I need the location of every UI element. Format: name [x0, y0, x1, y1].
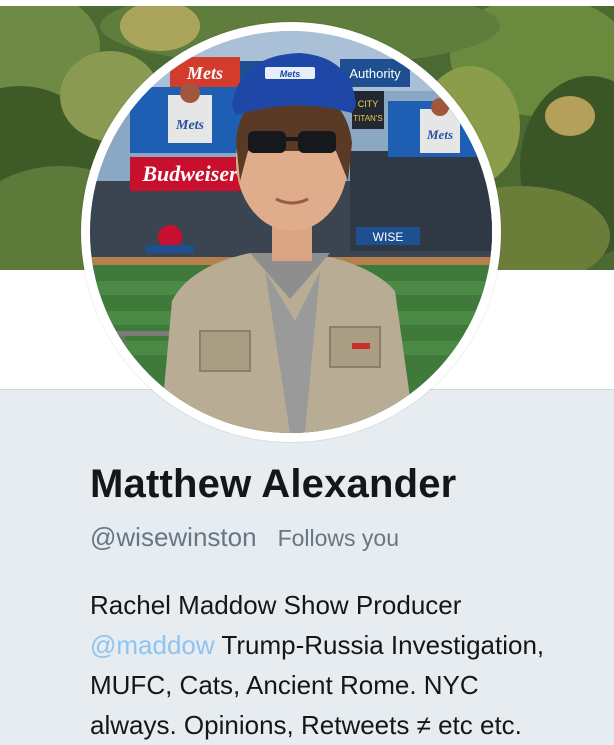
profile-name: Matthew Alexander [90, 462, 457, 506]
profile-bio: Rachel Maddow Show Producer @maddow Trum… [90, 585, 605, 745]
bio-line: Rachel Maddow Show Producer [90, 590, 462, 620]
sign-authority-text: Authority [349, 66, 401, 81]
bio-mention-link[interactable]: @maddow [90, 630, 215, 660]
sign-city-text: CITY [358, 99, 379, 109]
person-sunglasses [248, 131, 286, 153]
scoreboard-left-text: Mets [175, 118, 205, 133]
bio-line: MUFC, Cats, Ancient Rome. NYC [90, 670, 479, 700]
bio-line-text: Trump-Russia Investigation, [214, 630, 545, 660]
bio-line: @maddow Trump-Russia Investigation, [90, 625, 605, 665]
budweiser-sign-text: Budweiser [141, 161, 238, 186]
cap-logo-text: Mets [280, 69, 301, 79]
sign-titan-text: TITAN'S [353, 114, 382, 123]
handle-row: @wisewinston Follows you [90, 522, 399, 553]
follows-you-badge: Follows you [277, 525, 399, 551]
profile-handle: @wisewinston [90, 522, 257, 552]
sign-wise-text: WISE [373, 230, 404, 244]
scoreboard-right-text: Mets [426, 127, 453, 142]
sign-mets-top-text: Mets [186, 63, 223, 83]
avatar-photo: Mets citi Authority Mets Mets CITY TITAN… [90, 31, 492, 433]
profile-avatar[interactable]: Mets citi Authority Mets Mets CITY TITAN… [81, 22, 501, 442]
bio-line: always. Opinions, Retweets ≠ etc etc. [90, 710, 522, 740]
